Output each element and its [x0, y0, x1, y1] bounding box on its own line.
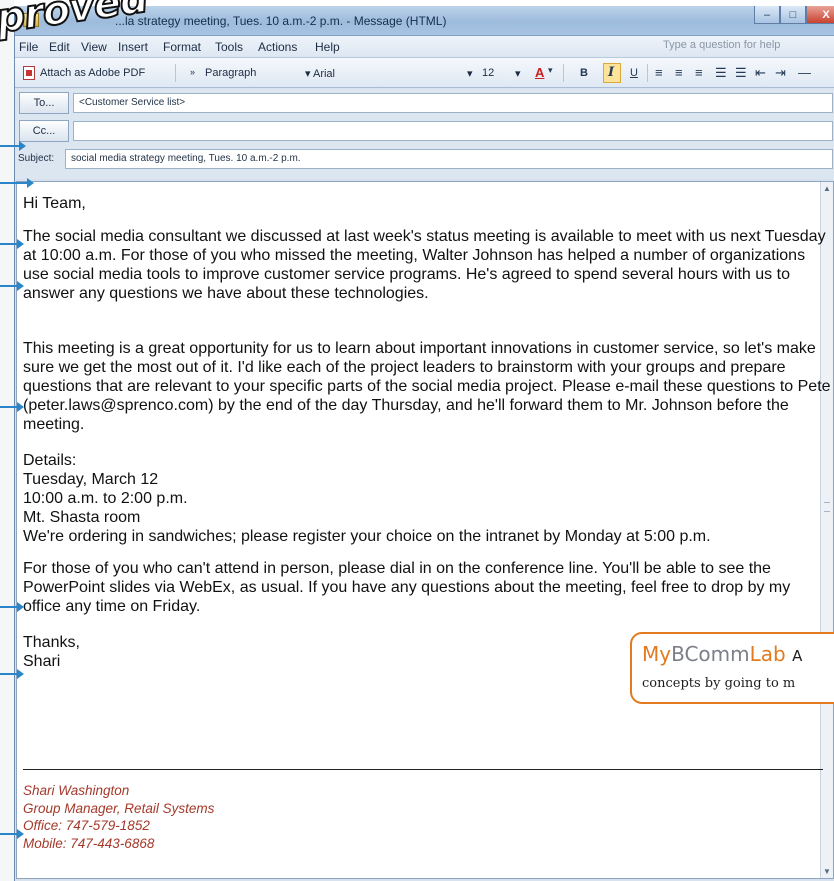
callout-arrow: [0, 602, 24, 612]
address-area: To... <Customer Service list> Cc... Subj…: [15, 89, 834, 179]
window-title: ...la strategy meeting, Tues. 10 a.m.-2 …: [115, 14, 447, 28]
message-window: ...la strategy meeting, Tues. 10 a.m.-2 …: [14, 6, 834, 881]
cc-button[interactable]: Cc...: [19, 120, 69, 142]
callout-arrow: [0, 239, 24, 249]
menu-insert[interactable]: Insert: [118, 40, 148, 54]
callout-arrow: [0, 281, 24, 291]
chevron-down-icon[interactable]: ▾: [467, 67, 473, 80]
minimize-button[interactable]: –: [754, 6, 780, 24]
menu-format[interactable]: Format: [163, 40, 201, 54]
increase-indent-icon[interactable]: ⇥: [775, 65, 786, 81]
close-button[interactable]: X: [806, 6, 834, 24]
pdf-icon: [23, 66, 35, 80]
align-center-icon[interactable]: ≡: [675, 65, 683, 80]
to-field[interactable]: <Customer Service list>: [73, 93, 833, 113]
font-select[interactable]: ▾ Arial: [305, 67, 335, 80]
details-line: Details:: [23, 452, 77, 469]
chevron-down-icon[interactable]: ▾: [548, 65, 553, 76]
paragraph-1: The social media consultant we discussed…: [23, 228, 826, 302]
scroll-up-icon[interactable]: ▲: [823, 184, 831, 193]
toolbar-separator: [563, 64, 564, 82]
menu-edit[interactable]: Edit: [49, 40, 70, 54]
align-left-icon[interactable]: ≡: [655, 65, 663, 80]
callout-arrow: [0, 178, 34, 188]
help-search-input[interactable]: Type a question for help: [660, 39, 820, 55]
subject-label: Subject:: [18, 153, 55, 164]
align-right-icon[interactable]: ≡: [695, 65, 703, 80]
toolbar-separator: [175, 64, 176, 82]
toolbar-separator: [647, 64, 648, 82]
chevron-down-icon[interactable]: ▾: [515, 67, 521, 80]
menu-tools[interactable]: Tools: [215, 40, 243, 54]
details-line: Mt. Shasta room: [23, 509, 141, 526]
scroll-down-icon[interactable]: ▼: [823, 867, 831, 876]
numbered-list-icon[interactable]: ☰: [715, 65, 727, 81]
paragraph-3: For those of you who can't attend in per…: [23, 560, 791, 615]
callout-arrow: [0, 141, 26, 151]
font-name: Arial: [312, 68, 335, 80]
menu-view[interactable]: View: [81, 40, 107, 54]
horizontal-line-icon[interactable]: —: [798, 65, 811, 80]
greeting: Hi Team,: [23, 195, 86, 212]
cc-field[interactable]: [73, 121, 833, 141]
signature-divider: [23, 769, 823, 770]
signature-name: Shari Washington: [23, 783, 130, 798]
mylab-bcomm: BComm: [671, 642, 750, 666]
window-controls: – □ X: [754, 6, 834, 26]
menu-file[interactable]: File: [19, 40, 38, 54]
details-line: Tuesday, March 12: [23, 471, 159, 488]
mylab-line2: concepts by going to m: [642, 676, 796, 691]
mylab-my: My: [642, 642, 672, 666]
paragraph-2: This meeting is a great opportunity for …: [23, 340, 831, 433]
style-dropdown-icon: »: [190, 67, 196, 77]
mybcommlab-box: MyBCommLab A concepts by going to m: [630, 632, 834, 704]
details-block: Details: Tuesday, March 12 10:00 a.m. to…: [23, 451, 831, 546]
signature-mobile: Mobile: 747-443-6868: [23, 835, 155, 851]
details-line: We're ordering in sandwiches; please reg…: [23, 528, 711, 545]
bulleted-list-icon[interactable]: ☰: [735, 65, 747, 81]
formatting-toolbar: Attach as Adobe PDF » Paragraph ▾ Arial …: [15, 58, 834, 88]
signature-block: Shari Washington Group Manager, Retail S…: [23, 782, 214, 852]
italic-button[interactable]: I: [608, 65, 614, 80]
font-size-select[interactable]: 12: [482, 67, 494, 79]
mylab-lab: Lab: [749, 642, 786, 666]
menu-help[interactable]: Help: [315, 40, 340, 54]
mybcommlab-title: MyBCommLab A: [642, 642, 834, 666]
bold-button[interactable]: B: [580, 67, 588, 79]
subject-field[interactable]: social media strategy meeting, Tues. 10 …: [65, 149, 833, 169]
callout-arrow: [0, 669, 24, 679]
to-button[interactable]: To...: [19, 92, 69, 114]
signature-title: Group Manager, Retail Systems: [23, 800, 215, 816]
page-margin: [0, 0, 14, 881]
menu-bar: File Edit View Insert Format Tools Actio…: [15, 36, 834, 58]
callout-arrow: [0, 402, 24, 412]
decrease-indent-icon[interactable]: ⇤: [755, 65, 766, 81]
font-color-icon[interactable]: A: [535, 65, 544, 80]
mylab-tail: A: [792, 647, 803, 665]
attach-pdf-button[interactable]: Attach as Adobe PDF: [40, 67, 145, 79]
details-line: 10:00 a.m. to 2:00 p.m.: [23, 490, 188, 507]
underline-button[interactable]: U: [630, 67, 638, 79]
menu-actions[interactable]: Actions: [258, 40, 297, 54]
message-body[interactable]: ▲ ▼ Hi Team, The social media consultant…: [16, 181, 834, 879]
signature-office: Office: 747-579-1852: [23, 818, 150, 833]
maximize-button[interactable]: □: [780, 6, 806, 24]
callout-arrow: [0, 829, 24, 839]
style-select[interactable]: Paragraph: [205, 67, 256, 79]
